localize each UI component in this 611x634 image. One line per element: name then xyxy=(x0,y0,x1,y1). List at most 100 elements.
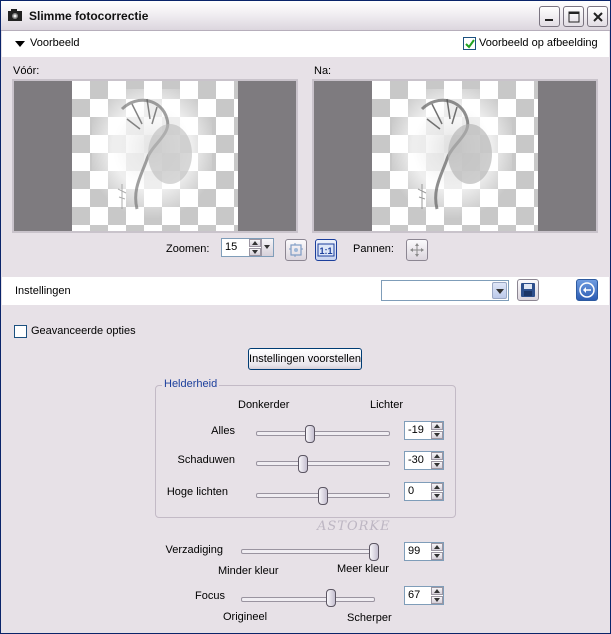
before-preview[interactable] xyxy=(12,79,298,233)
before-label: Vóór: xyxy=(13,65,40,77)
preview-image-figure xyxy=(392,89,512,219)
pan-button[interactable] xyxy=(406,239,428,261)
checkmark-icon xyxy=(465,39,475,49)
lighter-label: Lichter xyxy=(370,399,404,411)
advanced-options-checkbox[interactable] xyxy=(14,325,27,338)
saturation-slider-thumb[interactable] xyxy=(368,543,379,561)
brightness-all-track[interactable] xyxy=(256,431,390,436)
arrow-up-icon xyxy=(434,424,440,428)
reset-button[interactable] xyxy=(576,279,598,301)
decrement-button[interactable] xyxy=(431,596,443,604)
zoom-down-button[interactable] xyxy=(249,248,261,256)
slider-label-highlights: Hoge lichten xyxy=(166,486,228,498)
saturation-label: Verzadiging xyxy=(165,544,224,556)
brightness-shadows-field[interactable]: -30 xyxy=(404,451,444,470)
increment-button[interactable] xyxy=(431,422,443,430)
brightness-highlights-spin[interactable] xyxy=(431,483,443,500)
before-preview-canvas xyxy=(72,81,238,231)
after-preview[interactable] xyxy=(312,79,598,233)
maximize-button[interactable] xyxy=(563,6,584,27)
brightness-all-spin[interactable] xyxy=(431,422,443,439)
arrow-down-icon xyxy=(252,250,258,254)
arrow-down-icon xyxy=(434,433,440,437)
suggest-settings-button[interactable]: Instellingen voorstellen xyxy=(248,348,362,370)
focus-label: Focus xyxy=(195,590,225,602)
advanced-options-label[interactable]: Geavanceerde opties xyxy=(31,325,136,337)
after-label: Na: xyxy=(314,65,332,77)
window-title: Slimme fotocorrectie xyxy=(29,9,149,23)
decrement-button[interactable] xyxy=(431,461,443,469)
preview-toggle-label[interactable]: Voorbeeld xyxy=(30,37,80,49)
brightness-highlights-slider-thumb[interactable] xyxy=(318,487,328,505)
title-bar[interactable]: Slimme fotocorrectie xyxy=(1,1,610,31)
focus-value[interactable]: 67 xyxy=(408,589,420,601)
focus-spin[interactable] xyxy=(431,587,443,604)
arrow-up-icon xyxy=(434,485,440,489)
pan-move-icon xyxy=(410,243,424,257)
settings-bar: Instellingen xyxy=(2,277,609,305)
focus-track[interactable] xyxy=(241,597,375,602)
increment-button[interactable] xyxy=(431,543,443,551)
slider-label-all: Alles xyxy=(211,425,235,437)
brightness-all-value[interactable]: -19 xyxy=(408,424,424,436)
preview-on-image-checkbox[interactable] xyxy=(463,37,476,50)
minimize-button[interactable] xyxy=(539,6,560,27)
brightness-shadows-track[interactable] xyxy=(256,461,390,466)
arrow-up-icon xyxy=(434,589,440,593)
close-button[interactable] xyxy=(587,6,608,27)
zoom-up-button[interactable] xyxy=(249,239,261,247)
zoom-stepper[interactable]: 15 xyxy=(221,238,274,257)
chevron-down-icon[interactable] xyxy=(492,282,507,299)
darker-label: Donkerder xyxy=(238,399,290,411)
arrow-down-icon xyxy=(434,598,440,602)
brightness-shadows-slider-thumb[interactable] xyxy=(297,455,308,473)
focus-field[interactable]: 67 xyxy=(404,586,444,605)
slider-label-shadows: Schaduwen xyxy=(177,454,236,466)
preview-image-figure xyxy=(92,89,212,219)
arrow-up-icon xyxy=(252,241,258,245)
undo-arrow-icon xyxy=(579,282,595,298)
zoom-actual-size-button[interactable]: 1:1 xyxy=(315,239,337,261)
increment-button[interactable] xyxy=(431,587,443,595)
brightness-all-field[interactable]: -19 xyxy=(404,421,444,440)
increment-button[interactable] xyxy=(431,452,443,460)
preview-on-image-label[interactable]: Voorbeeld op afbeelding xyxy=(479,37,598,49)
zoom-value[interactable]: 15 xyxy=(225,241,237,253)
focus-slider-thumb[interactable] xyxy=(325,589,336,607)
arrow-up-icon xyxy=(434,545,440,549)
saturation-spin[interactable] xyxy=(431,543,443,560)
minimize-icon xyxy=(545,19,553,21)
brightness-shadows-value[interactable]: -30 xyxy=(408,454,424,466)
brightness-all-slider-thumb[interactable] xyxy=(305,425,316,443)
zoom-fit-button[interactable] xyxy=(285,239,307,261)
saturation-track[interactable] xyxy=(241,549,375,554)
camera-icon xyxy=(8,9,22,21)
decrement-button[interactable] xyxy=(431,552,443,560)
zoom-label: Zoomen: xyxy=(166,243,210,255)
save-preset-button[interactable] xyxy=(517,279,539,301)
increment-button[interactable] xyxy=(431,483,443,491)
collapse-triangle-icon[interactable] xyxy=(15,41,25,47)
settings-preset-dropdown[interactable] xyxy=(381,280,509,301)
preview-section-bar: Voorbeeld Voorbeeld op afbeelding xyxy=(2,31,609,57)
brightness-highlights-value[interactable]: 0 xyxy=(408,485,414,497)
focus-max-label: Scherper xyxy=(347,612,392,624)
zoom-fit-icon xyxy=(289,243,303,257)
close-icon xyxy=(593,12,603,22)
zoom-spin-buttons[interactable] xyxy=(249,239,261,256)
focus-min-label: Origineel xyxy=(223,611,268,623)
saturation-value[interactable]: 99 xyxy=(408,545,420,557)
arrow-down-icon xyxy=(434,494,440,498)
maximize-icon xyxy=(568,11,580,23)
decrement-button[interactable] xyxy=(431,492,443,500)
watermark-logo: ASTORKE xyxy=(317,519,391,534)
brightness-highlights-field[interactable]: 0 xyxy=(404,482,444,501)
after-preview-canvas xyxy=(372,81,538,231)
decrement-button[interactable] xyxy=(431,431,443,439)
settings-label: Instellingen xyxy=(15,285,71,297)
brightness-shadows-spin[interactable] xyxy=(431,452,443,469)
saturation-field[interactable]: 99 xyxy=(404,542,444,561)
dialog-window: Slimme fotocorrectie Voorbeeld Voorbeeld… xyxy=(0,0,611,634)
arrow-down-icon xyxy=(434,554,440,558)
zoom-dropdown-button[interactable] xyxy=(261,239,273,256)
